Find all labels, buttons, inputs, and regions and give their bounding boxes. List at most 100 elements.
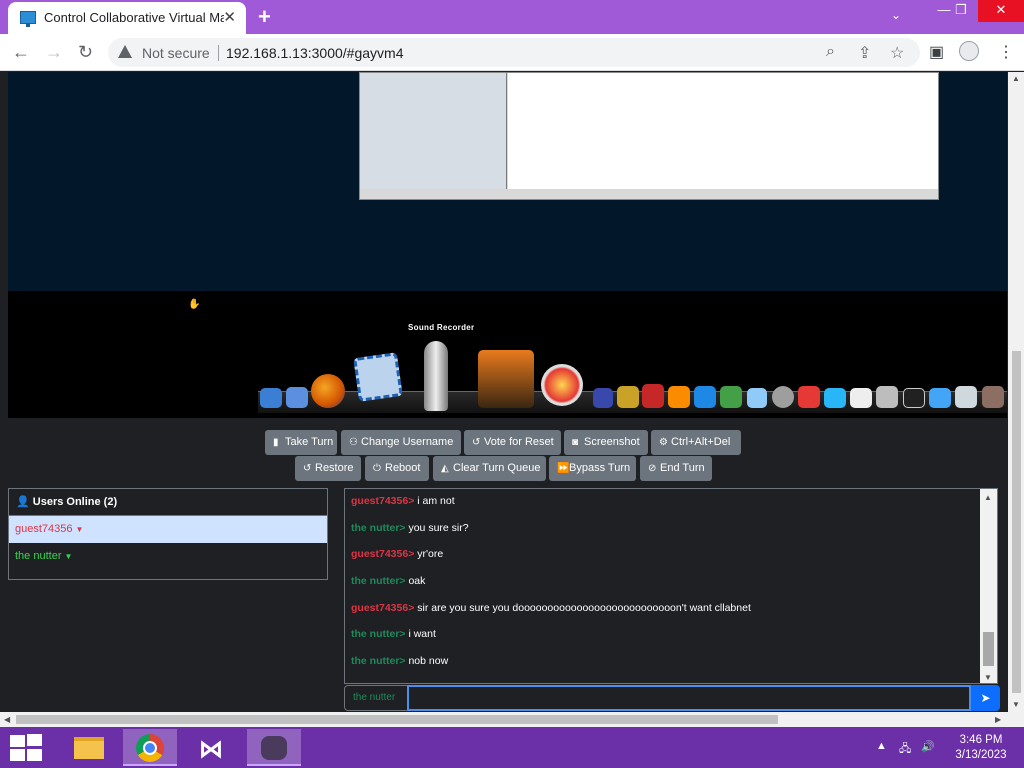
app-taskbar-icon[interactable] <box>247 729 301 766</box>
windows-start-icon[interactable] <box>10 734 44 762</box>
volume-icon[interactable]: 🔊 <box>921 740 935 753</box>
zoom-icon[interactable]: ⌕ <box>826 43 835 61</box>
microphone-app-icon[interactable] <box>424 341 448 411</box>
paint-app-icon[interactable] <box>876 386 898 408</box>
mail-stamp-app-icon[interactable] <box>353 352 403 402</box>
tab-title: Control Collaborative Virtual Ma <box>44 10 224 25</box>
taskbar-clock[interactable]: 3:46 PM 3/13/2023 <box>948 733 1014 763</box>
chat-username: the nutter> <box>351 522 406 534</box>
screen-app-icon[interactable] <box>824 388 846 408</box>
page-hscroll-thumb[interactable] <box>16 715 778 724</box>
share-icon[interactable]: ⇪ <box>858 43 871 63</box>
forward-icon[interactable]: → <box>45 42 63 63</box>
vote-reset-button[interactable]: ↺ Vote for Reset <box>464 430 561 455</box>
close-window-icon[interactable]: ✕ <box>978 0 1024 22</box>
photo-camera-app-icon[interactable] <box>478 350 534 408</box>
chat-scrollbar[interactable]: ▲ ▼ <box>980 489 997 683</box>
chat-scroll-thumb[interactable] <box>983 632 994 666</box>
end-turn-button[interactable]: ⊘ End Turn <box>640 456 712 481</box>
p-app-icon[interactable] <box>668 386 690 408</box>
camera-icon: ◙ <box>572 437 579 448</box>
scroll-up-icon[interactable]: ▲ <box>984 493 992 502</box>
bypass-turn-button[interactable]: ⏩Bypass Turn <box>549 456 636 481</box>
windows-taskbar: ⋈ ▲ 🖧 🔊 3:46 PM 3/13/2023 <box>0 727 1024 768</box>
restore-icon[interactable]: ❐ <box>944 0 978 22</box>
scroll-left-icon[interactable]: ◀ <box>4 715 10 724</box>
star-app-icon[interactable] <box>617 386 639 408</box>
address-bar[interactable]: Not secure 192.168.1.13:3000/#gayvm4 ⌕ ⇪… <box>108 38 920 67</box>
users-online-header: 👤 Users Online (2) <box>9 489 327 516</box>
page-horizontal-scrollbar[interactable]: ◀ ▶ <box>0 712 1024 727</box>
warning-icon[interactable] <box>118 45 132 58</box>
package-app-icon[interactable] <box>982 386 1004 408</box>
firefox-app-icon[interactable] <box>311 374 345 408</box>
chat-message: the nutter> i want <box>351 628 436 640</box>
menu-kebab-icon[interactable]: ⋮ <box>998 42 1014 62</box>
screenshot-button[interactable]: ◙ Screenshot <box>564 430 648 455</box>
profile-avatar[interactable] <box>959 41 979 61</box>
side-panel-icon[interactable]: ▣ <box>929 42 944 62</box>
username: guest74356 <box>15 523 73 535</box>
visual-studio-icon[interactable]: ⋈ <box>186 729 240 766</box>
clapper-app-icon[interactable] <box>593 388 613 408</box>
chat-username: the nutter> <box>351 655 406 667</box>
user-item-guest[interactable]: guest74356 ▼ <box>9 516 327 543</box>
caret-down-icon: ▼ <box>64 552 73 561</box>
url-text[interactable]: 192.168.1.13:3000/#gayvm4 <box>226 45 403 61</box>
fast-forward-icon: ⏩ <box>557 463 570 474</box>
chevron-down-icon[interactable]: ⌄ <box>891 8 901 22</box>
anchor-app-icon[interactable] <box>260 388 282 408</box>
network-app-icon[interactable] <box>798 386 820 408</box>
back-icon[interactable]: ← <box>12 42 30 63</box>
take-turn-button[interactable]: ▮ Take Turn <box>265 430 337 455</box>
chat-username: the nutter> <box>351 628 406 640</box>
monitor-app-icon[interactable] <box>747 388 767 408</box>
close-tab-icon[interactable]: ✕ <box>223 8 236 26</box>
reboot-button[interactable]: ⏻ Reboot <box>365 456 429 481</box>
settings-app-icon[interactable] <box>955 386 977 408</box>
chat-message: the nutter> nob now <box>351 655 448 667</box>
page-scroll-thumb[interactable] <box>1012 351 1021 693</box>
divider <box>218 45 219 61</box>
disc-burner-app-icon[interactable] <box>541 364 583 406</box>
undo-icon: ↺ <box>472 437 481 448</box>
change-username-button[interactable]: ⚇ Change Username <box>341 430 461 455</box>
bookmark-star-icon[interactable]: ☆ <box>890 43 904 63</box>
vm-display[interactable]: ✋ Sound Recorder <box>8 72 1007 418</box>
scroll-right-icon[interactable]: ▶ <box>995 715 1001 724</box>
vm-app-window[interactable] <box>359 72 939 200</box>
people-app-icon[interactable] <box>929 388 951 408</box>
chat-input[interactable] <box>407 685 971 711</box>
send-button[interactable]: ➤ <box>971 685 1000 711</box>
security-label[interactable]: Not secure <box>142 45 210 61</box>
paper-plane-icon: ➤ <box>980 691 991 705</box>
user-item-the-nutter[interactable]: the nutter ▼ <box>9 543 327 570</box>
disk-app-icon[interactable] <box>772 386 794 408</box>
finder-app-icon[interactable] <box>286 387 308 408</box>
chat-log[interactable]: guest74356> i am not the nutter> you sur… <box>344 488 998 684</box>
file-explorer-icon[interactable] <box>62 729 116 766</box>
clear-turn-queue-button[interactable]: ◭ Clear Turn Queue <box>433 456 546 481</box>
page-vertical-scrollbar[interactable]: ▲ ▼ <box>1008 72 1024 712</box>
reload-icon[interactable]: ↻ <box>78 42 93 63</box>
book-app-icon[interactable] <box>642 384 664 408</box>
power-icon: ⏻ <box>373 463 381 474</box>
network-icon[interactable]: 🖧 <box>899 740 911 759</box>
chevron-up-icon[interactable]: ▲ <box>876 740 887 752</box>
scroll-down-icon[interactable]: ▼ <box>984 673 992 682</box>
terminal-app-icon[interactable] <box>903 388 925 408</box>
new-tab-button[interactable]: + <box>258 4 271 30</box>
x-app-icon[interactable] <box>720 386 742 408</box>
scroll-down-icon[interactable]: ▼ <box>1012 700 1020 709</box>
vm-window-content <box>508 73 938 189</box>
restore-button[interactable]: ↺ Restore <box>295 456 361 481</box>
chat-username-label: the nutter <box>344 685 408 711</box>
ctrl-alt-del-button[interactable]: ⚙ Ctrl+Alt+Del <box>651 430 741 455</box>
w-app-icon[interactable] <box>694 386 716 408</box>
chrome-taskbar-icon[interactable] <box>123 729 177 766</box>
bypass-turn-label: Bypass Turn <box>569 462 631 474</box>
vm-dock-area[interactable]: ✋ Sound Recorder <box>8 291 1007 418</box>
browser-tab[interactable]: Control Collaborative Virtual Ma ✕ <box>8 2 246 34</box>
scroll-up-icon[interactable]: ▲ <box>1012 74 1020 83</box>
preview-app-icon[interactable] <box>850 388 872 408</box>
